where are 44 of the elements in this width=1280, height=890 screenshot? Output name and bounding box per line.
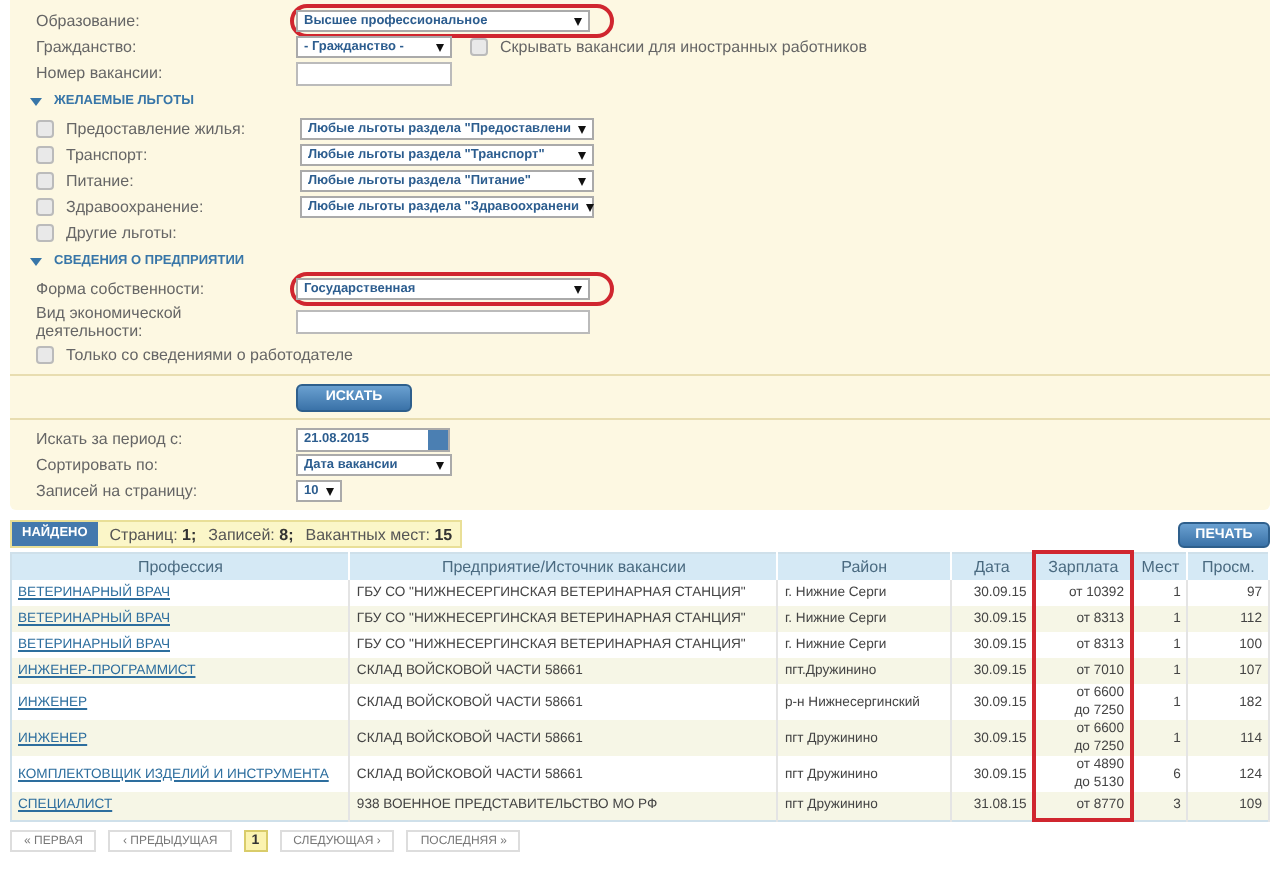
- dropdown-arrow-icon: [436, 43, 444, 51]
- checkbox[interactable]: [36, 198, 54, 216]
- field-label: Питание:: [66, 172, 136, 190]
- checkbox[interactable]: [36, 120, 54, 138]
- checkbox[interactable]: [470, 38, 488, 56]
- checkbox-label: Только со сведениями о работодателе: [66, 346, 353, 364]
- input-field[interactable]: [296, 61, 452, 85]
- summary-stat: Страниц: 1;: [109, 525, 197, 543]
- input-field[interactable]: [296, 310, 590, 334]
- checkbox-label: Другие льготы:: [66, 224, 177, 242]
- checkbox-label: Скрывать вакансии для иностранных работников: [500, 38, 867, 56]
- dropdown-arrow-icon: [585, 203, 594, 211]
- field-label: Транспорт:: [66, 146, 150, 164]
- summary-stat: Записей: 8;: [208, 525, 294, 543]
- checkbox[interactable]: [36, 346, 54, 364]
- checkbox[interactable]: [36, 224, 54, 242]
- field-label: Форма собственности:: [36, 280, 207, 298]
- checkbox[interactable]: [36, 146, 54, 164]
- dropdown-arrow-icon: [578, 151, 586, 159]
- calendar-dropdown-icon: [428, 429, 448, 449]
- field-label: Искать за период с:: [36, 430, 185, 448]
- column-header[interactable]: Зарплата: [1034, 552, 1132, 580]
- column-header[interactable]: Мест: [1131, 552, 1188, 580]
- column-header[interactable]: Профессия: [11, 552, 350, 580]
- field-label: Предоставление жилья:: [66, 120, 248, 138]
- field-label: Вид экономической деятельности:: [36, 304, 184, 340]
- summary-stat: Вакантных мест: 15: [305, 525, 453, 543]
- field-label: Гражданство:: [36, 38, 139, 56]
- column-header[interactable]: Предприятие/Источник вакансии: [349, 552, 778, 580]
- field-label: Номер вакансии:: [36, 64, 165, 82]
- field-label: Записей на страницу:: [36, 482, 200, 500]
- dropdown-arrow-icon: [326, 487, 334, 495]
- dropdown-arrow-icon: [574, 17, 582, 25]
- dropdown-arrow-icon: [436, 461, 444, 469]
- column-header[interactable]: Район: [777, 552, 951, 580]
- dropdown-arrow-icon: [578, 177, 586, 185]
- dropdown-arrow-icon: [578, 125, 586, 133]
- field-label: Сортировать по:: [36, 456, 161, 474]
- checkbox[interactable]: [36, 172, 54, 190]
- dropdown-arrow-icon: [574, 285, 582, 293]
- column-header[interactable]: Просм.: [1187, 552, 1269, 580]
- column-header[interactable]: Дата: [950, 552, 1035, 580]
- field-label: Образование:: [36, 12, 142, 30]
- field-label: Здравоохранение:: [66, 198, 206, 216]
